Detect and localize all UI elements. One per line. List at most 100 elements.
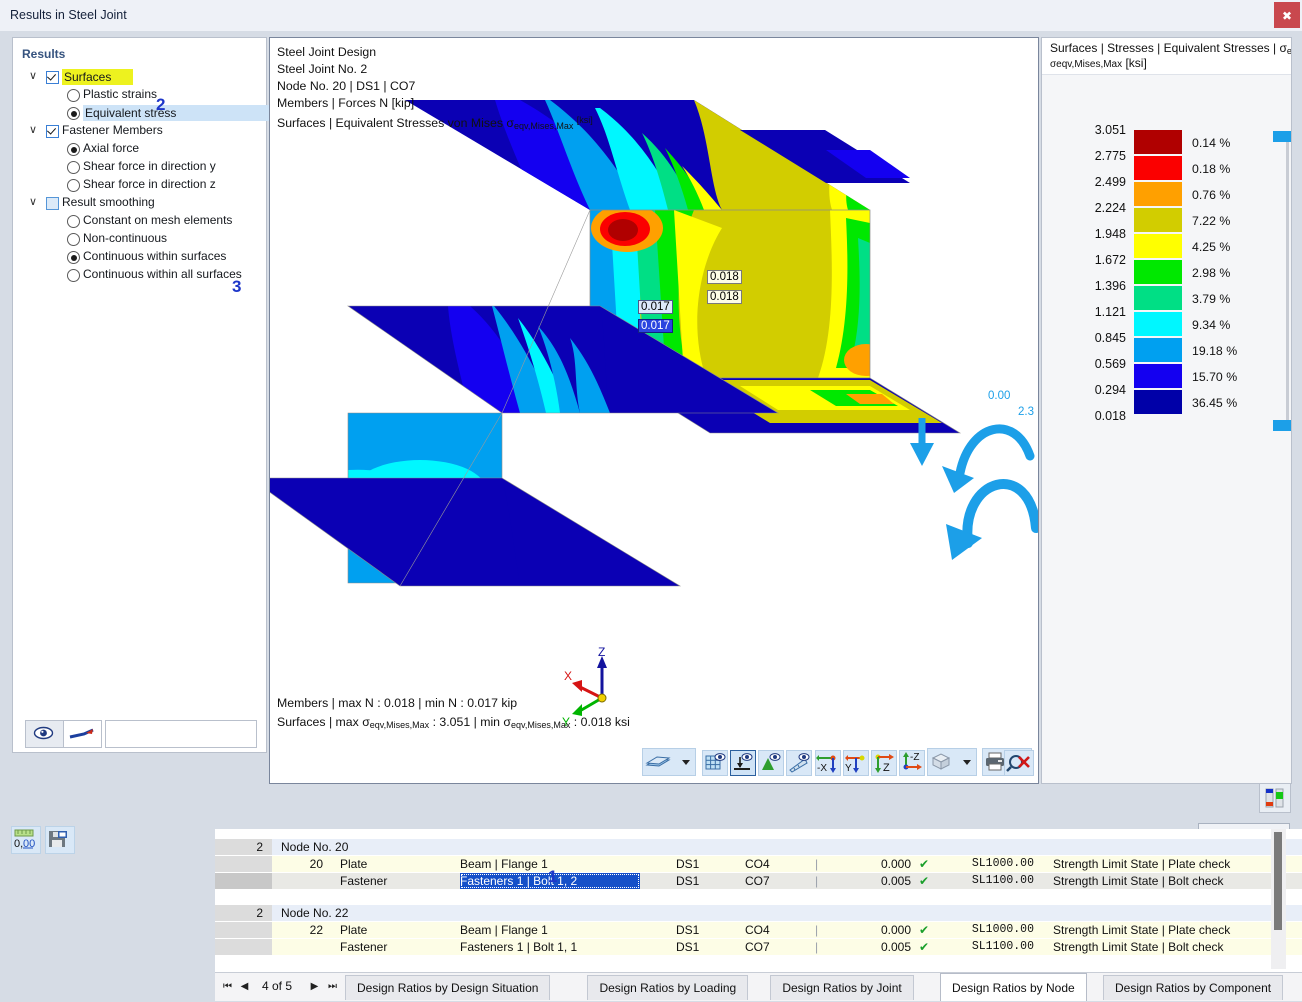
legend-color-band[interactable]	[1134, 364, 1182, 388]
tree-item-result-smoothing[interactable]: Result smoothing	[13, 194, 264, 212]
decimals-button[interactable]: 0, 00	[11, 826, 41, 854]
legend-options-button[interactable]	[1259, 783, 1291, 813]
moment-label-1: 0.00	[988, 390, 1011, 402]
check-icon: ✔	[918, 923, 929, 937]
table-scrollbar[interactable]	[1271, 829, 1286, 969]
radio-selected[interactable]	[67, 251, 80, 264]
legend-slider-handle-min[interactable]	[1273, 420, 1291, 431]
tree-item-shear-force-in-direction-y[interactable]: Shear force in direction y	[13, 158, 264, 176]
legend-slider-handle-max[interactable]	[1273, 131, 1291, 142]
view-z-button[interactable]: Z	[871, 750, 897, 776]
radio-unselected[interactable]	[67, 233, 80, 246]
legend-color-band[interactable]	[1134, 156, 1182, 180]
prev-page-button[interactable]: ◀	[237, 979, 252, 994]
tree-item-fastener-members[interactable]: Fastener Members	[13, 122, 264, 140]
legend-color-band[interactable]	[1134, 130, 1182, 154]
zoom-reset-button[interactable]	[1004, 750, 1034, 776]
table-group-header[interactable]: 2 Node No. 20	[215, 839, 1302, 855]
legend-color-band[interactable]	[1134, 390, 1182, 414]
tree-item-surfaces[interactable]: Surfaces	[13, 68, 264, 86]
radio-unselected[interactable]	[67, 215, 80, 228]
table-row[interactable]: Fastener Fasteners 1 | Bolt 1, 1 DS1 CO7 | 0.…	[215, 939, 1302, 955]
table-row[interactable]: 22 Plate Beam | Flange 1 DS1 CO4 | 0.000 ✔ SL100…	[215, 922, 1302, 938]
view-x-button[interactable]: -X	[815, 750, 841, 776]
row-no	[281, 939, 329, 955]
tab-design-ratios-by-component[interactable]: Design Ratios by Component	[1103, 975, 1284, 1000]
dialog-body: Results Surfaces Plastic strains Equivalen…	[0, 31, 1302, 860]
tree-item-non-continuous[interactable]: Non-continuous	[13, 230, 264, 248]
svg-text:Z: Z	[883, 762, 890, 774]
chevron-down-icon[interactable]	[27, 124, 39, 136]
row-index	[215, 856, 272, 872]
measure-button[interactable]	[786, 750, 812, 776]
legend-percent: 2.98 %	[1192, 266, 1231, 280]
mesh-view-button[interactable]	[702, 750, 728, 776]
row-description[interactable]: Fasteners 1 | Bolt 1, 1	[460, 939, 640, 955]
page-indicator: 4 of 5	[262, 979, 293, 993]
legend-title-line-1: Surfaces | Stresses | Equivalent Stresse…	[1050, 41, 1291, 56]
legend-color-band[interactable]	[1134, 312, 1182, 336]
view-negz-button[interactable]: -Z	[899, 750, 925, 776]
legend-color-band[interactable]	[1134, 182, 1182, 206]
checkbox-unchecked[interactable]	[46, 197, 59, 210]
legend-symbol: σeqv,Mises,Max	[1050, 59, 1123, 70]
radio-unselected[interactable]	[67, 269, 80, 282]
legend-color-band[interactable]	[1134, 234, 1182, 258]
tree-item-shear-force-in-direction-z[interactable]: Shear force in direction z	[13, 176, 264, 194]
tab-design-ratios-by-joint[interactable]: Design Ratios by Joint	[770, 975, 914, 1000]
surf-c: : 0.018 ksi	[570, 715, 630, 729]
section-icon[interactable]	[63, 720, 102, 748]
legend-scale-value: 0.569	[1094, 357, 1126, 371]
isometric-view-button[interactable]	[927, 748, 977, 776]
tab-design-ratios-by-loading[interactable]: Design Ratios by Loading	[587, 975, 749, 1000]
view-y-button[interactable]: Y	[843, 750, 869, 776]
radio-selected[interactable]	[67, 143, 80, 156]
checkbox-checked[interactable]	[46, 125, 59, 138]
group-title: Node No. 20	[281, 840, 349, 854]
table-row[interactable]: Fastener Fasteners 1 | Bolt 1, 2 DS1 CO7 | 0.…	[215, 873, 1302, 889]
viewport-footer-surfaces: Surfaces | max σeqv,Mises,Max : 3.051 | …	[277, 713, 630, 735]
legend-color-band[interactable]	[1134, 338, 1182, 362]
tab-design-ratios-by-node[interactable]: Design Ratios by Node	[939, 973, 1087, 1001]
tree-footer-field[interactable]	[105, 720, 257, 748]
chevron-down-icon[interactable]	[27, 196, 39, 208]
last-page-button[interactable]: ⏭	[325, 979, 340, 994]
legend-color-band[interactable]	[1134, 260, 1182, 284]
chevron-down-icon[interactable]	[27, 70, 39, 82]
close-icon[interactable]: ✖	[1274, 2, 1300, 28]
table-group-header[interactable]: 2 Node No. 22	[215, 905, 1302, 921]
tree-item-continuous-within-surfaces[interactable]: Continuous within surfaces	[13, 248, 264, 266]
steel-joint-3d-model[interactable]: Z X Y	[270, 38, 1038, 783]
eye-icon[interactable]	[25, 720, 64, 748]
next-page-button[interactable]: ▶	[307, 979, 322, 994]
legend-percent: 0.14 %	[1192, 136, 1231, 150]
tree-item-constant-on-mesh-elements[interactable]: Constant on mesh elements	[13, 212, 264, 230]
radio-selected[interactable]	[67, 107, 80, 120]
row-type: Plate	[340, 857, 368, 871]
checkbox-checked[interactable]	[46, 71, 59, 84]
tree-item-continuous-within-all-surfaces[interactable]: Continuous within all surfaces	[13, 266, 264, 284]
first-page-button[interactable]: ⏮	[220, 979, 235, 994]
row-type: Plate	[340, 923, 368, 937]
render-mode-button[interactable]	[642, 748, 696, 776]
radio-unselected[interactable]	[67, 179, 80, 192]
legend-color-band[interactable]	[1134, 208, 1182, 232]
surface-results-button[interactable]	[730, 750, 756, 776]
tree-item-plastic-strains[interactable]: Plastic strains	[13, 86, 264, 104]
row-ratio: 0.000 ✔	[880, 923, 929, 937]
model-viewport[interactable]: Z X Y 0.00 2.3 Steel Joint Design Steel …	[269, 37, 1039, 784]
table-scrollbar-thumb[interactable]	[1274, 832, 1282, 930]
legend-slider-track[interactable]	[1273, 131, 1291, 431]
radio-unselected[interactable]	[67, 89, 80, 102]
export-xls-button[interactable]	[45, 826, 75, 854]
tree-item-axial-force[interactable]: Axial force	[13, 140, 264, 158]
table-row[interactable]: 20 Plate Beam | Flange 1 DS1 CO4 | 0.000 ✔ SL100…	[215, 856, 1302, 872]
tree-item-equivalent-stress[interactable]: Equivalent stress	[13, 104, 297, 122]
deformation-button[interactable]	[758, 750, 784, 776]
value-label-0: 0.018	[707, 270, 742, 284]
tab-design-ratios-by-design-situation[interactable]: Design Ratios by Design Situation	[345, 975, 551, 1000]
radio-unselected[interactable]	[67, 161, 80, 174]
legend-percent: 19.18 %	[1192, 344, 1238, 358]
row-description[interactable]: Beam | Flange 1	[460, 922, 640, 938]
legend-color-band[interactable]	[1134, 286, 1182, 310]
